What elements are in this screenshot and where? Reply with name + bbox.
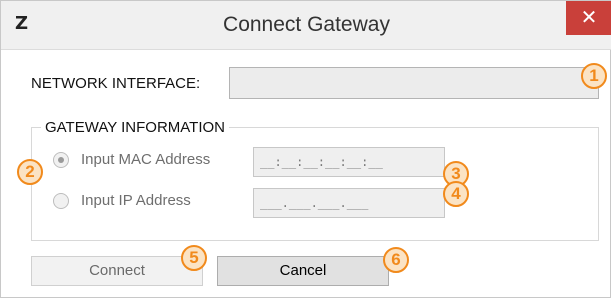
ip-address-radio[interactable] bbox=[53, 193, 69, 209]
ip-address-label: Input IP Address bbox=[81, 192, 191, 209]
callout-badge-2: 2 bbox=[17, 159, 43, 185]
callout-badge-1: 1 bbox=[581, 63, 607, 89]
callout-badge-4: 4 bbox=[443, 181, 469, 207]
radio-selected-dot bbox=[58, 157, 64, 163]
mac-address-label: Input MAC Address bbox=[81, 151, 211, 168]
mac-address-radio[interactable] bbox=[53, 152, 69, 168]
close-icon: ✕ bbox=[580, 7, 598, 29]
dialog-title: Connect Gateway bbox=[223, 13, 390, 36]
callout-badge-5: 5 bbox=[181, 245, 207, 271]
cancel-button[interactable]: Cancel bbox=[217, 256, 389, 286]
network-interface-dropdown[interactable] bbox=[229, 67, 599, 99]
ip-address-input[interactable]: ___.___.___.___ bbox=[253, 188, 445, 218]
connect-gateway-dialog: Z Connect Gateway ✕ NETWORK INTERFACE: G… bbox=[0, 0, 611, 298]
callout-badge-6: 6 bbox=[383, 247, 409, 273]
network-interface-label: NETWORK INTERFACE: bbox=[31, 75, 201, 92]
gateway-information-title: GATEWAY INFORMATION bbox=[41, 119, 229, 136]
title-bar[interactable]: Z Connect Gateway ✕ bbox=[1, 1, 611, 50]
connect-button[interactable]: Connect bbox=[31, 256, 203, 286]
close-button[interactable]: ✕ bbox=[566, 1, 611, 35]
gateway-information-group bbox=[31, 127, 599, 241]
mac-address-input[interactable]: __:__:__:__:__:__ bbox=[253, 147, 445, 177]
